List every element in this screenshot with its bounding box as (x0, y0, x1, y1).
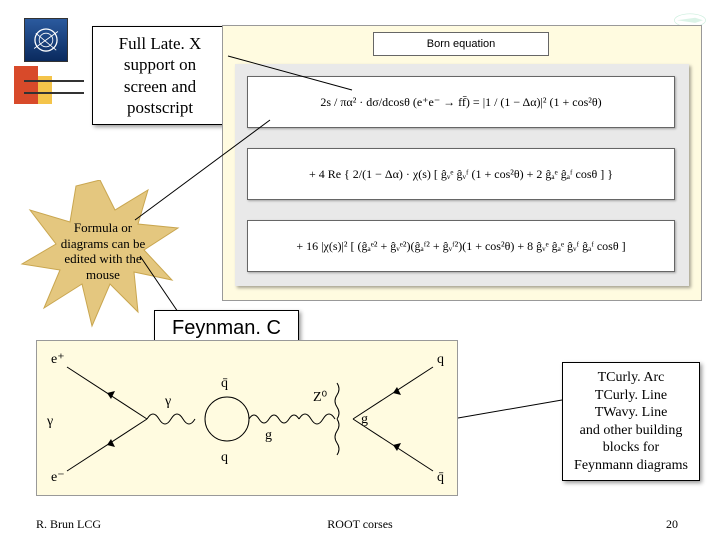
formula-area: 2s / πα² · dσ/dcosθ (e⁺e⁻ → ff̄) = |1 / … (235, 64, 689, 286)
formula-row-1[interactable]: 2s / πα² · dσ/dcosθ (e⁺e⁻ → ff̄) = |1 / … (247, 76, 675, 128)
tcurly-rest: and other building blocks for Feynmann d… (574, 423, 688, 473)
formula-row-2[interactable]: + 4 Re { 2/(1 − Δα) · χ(s) [ ĝᵥᵉ ĝᵥᶠ (1 … (247, 148, 675, 200)
born-equation-label: Born equation (373, 32, 549, 56)
cern-logo (24, 18, 68, 62)
latex-box-line1: Full Late. X (119, 34, 202, 53)
label-ep: e⁺ (51, 352, 65, 367)
cern-logo-svg (29, 23, 63, 57)
formula-row-3[interactable]: + 16 |χ(s)|² [ (ĝₐᵉ² + ĝᵥᵉ²)(ĝₐᶠ² + ĝᵥᶠ²… (247, 220, 675, 272)
latex-support-box: Full Late. X support on screen and posts… (92, 26, 228, 125)
footer-title: ROOT corses (0, 517, 720, 532)
label-em: e⁻ (51, 470, 65, 485)
label-gamma: γ (164, 394, 171, 409)
example-title-feynman-text: Feynman. C (172, 317, 281, 339)
label-g2: g (361, 412, 368, 427)
tcurly-arc: TCurly. Arc (598, 370, 665, 385)
formula-canvas[interactable]: Born equation 2s / πα² · dσ/dcosθ (e⁺e⁻ … (222, 25, 702, 301)
label-gamma-left: γ (46, 414, 53, 429)
starburst-callout: Formula or diagrams can be edited with t… (20, 180, 180, 330)
feynman-canvas[interactable]: e⁺ e⁻ γ q̄ q g Z⁰ g q q̄ γ (36, 340, 458, 496)
feynman-diagram[interactable]: e⁺ e⁻ γ q̄ q g Z⁰ g q q̄ γ (37, 341, 457, 497)
slide-decoration (14, 66, 84, 104)
latex-box-rest: support on screen and postscript (124, 55, 196, 117)
label-qout-bot: q̄ (437, 470, 444, 485)
label-qout-top: q (437, 352, 444, 367)
label-g1: g (265, 428, 272, 443)
label-qbar-top: q̄ (221, 376, 228, 391)
label-z0: Z⁰ (313, 390, 328, 405)
twavy-line: TWavy. Line (595, 405, 668, 420)
label-q-bottom: q (221, 450, 228, 465)
footer-page: 20 (666, 517, 678, 532)
tcurly-line: TCurly. Line (595, 388, 667, 403)
tcurly-box: TCurly. Arc TCurly. Line TWavy. Line and… (562, 362, 700, 481)
starburst-text: Formula or diagrams can be edited with t… (58, 220, 148, 282)
